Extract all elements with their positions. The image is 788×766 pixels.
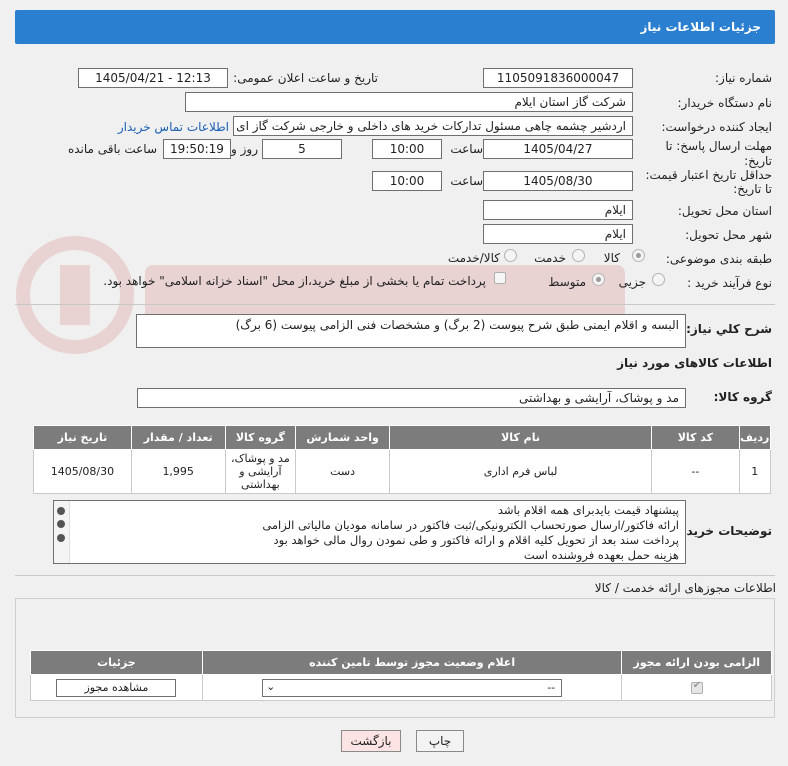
price-time-field[interactable]: 10:00 [372,171,442,191]
cell-date: 1405/08/30 [33,449,132,494]
goods-table-header: ردیف کد کالا نام کالا واحد شمارش گروه کا… [33,425,772,450]
process-type-label: نوع فرآیند خرید : [687,276,772,290]
cell-qty: 1,995 [130,449,226,494]
check-icon: ✔ [692,680,702,691]
view-permit-button[interactable]: مشاهده مجوز [56,678,177,697]
buyer-org-field[interactable]: شرکت گاز استان ایلام [185,92,633,112]
table-row[interactable]: 1 -- لباس فرم اداری دست مد و پوشاک، آرای… [33,449,772,494]
col-qty: تعداد / مقدار [130,425,226,450]
permit-status-select[interactable]: -- ⌄ [262,678,563,697]
announce-date-label: تاریخ و ساعت اعلان عمومی: [233,71,378,85]
reply-deadline-label-date: تاریخ: [744,154,772,168]
reply-date-field[interactable]: 1405/04/27 [483,139,633,159]
price-time-label: ساعت [450,174,483,188]
buyer-org-label: نام دستگاه خریدار: [677,96,773,110]
treasury-payment-checkbox[interactable] [494,272,506,284]
scroll-up-dot-icon[interactable] [57,507,65,515]
back-button[interactable]: بازگشت [341,730,401,752]
category-option-service: خدمت [534,251,566,265]
remaining-time-field[interactable]: 19:50:19 [163,139,231,159]
print-button[interactable]: چاپ [416,730,464,752]
note-line-2: ارائه فاکتور/ارسال صورتحساب الکترونیکی/ث… [262,518,679,532]
reply-time-label: ساعت [450,142,483,156]
price-date-field[interactable]: 1405/08/30 [483,171,633,191]
section-divider [15,575,775,576]
col-permit-details: جزئیات [30,650,203,675]
chevron-down-icon: ⌄ [266,679,276,693]
page-header: جزئیات اطلاعات نیاز [15,10,775,44]
price-validity-label: حداقل تاریخ اعتبار قیمت: [645,168,772,182]
province-label: استان محل تحویل: [677,204,772,218]
note-line-1: پیشنهاد قیمت بایدبرای همه اقلام باشد [497,503,679,517]
category-option-goods-service: کالا/خدمت [447,251,500,265]
need-number-label: شماره نیاز: [715,71,772,85]
category-radio-goods[interactable] [632,249,645,262]
permits-table-header: الزامی بودن ارائه مجوز اعلام وضعیت مجوز … [30,650,772,675]
remaining-time-label: ساعت باقی مانده [67,142,157,156]
description-label: شرح کلي نياز: [686,322,772,336]
col-code: کد کالا [651,425,740,450]
buyer-contact-link[interactable]: اطلاعات تماس خریدار [118,120,229,134]
col-permit-status: اعلام وضعیت مجوز توسط تامین کننده [201,650,623,675]
col-row: ردیف [738,425,772,450]
col-permit-required: الزامی بودن ارائه مجوز [621,650,772,675]
requester-label: ایجاد کننده درخواست: [661,120,772,134]
note-line-4: هزینه حمل بعهده فروشنده است [523,548,679,562]
cell-row: 1 [738,449,772,494]
price-validity-label-date: تا تاریخ: [733,182,772,196]
permits-table: الزامی بودن ارائه مجوز اعلام وضعیت مجوز … [30,650,772,701]
days-field[interactable]: 5 [262,139,342,159]
goods-group-field[interactable]: مد و پوشاک، آرایشی و بهداشتی [137,388,686,408]
need-number-field[interactable]: 1105091836000047 [483,68,633,88]
goods-group-label: گروه کالا: [713,390,772,404]
process-option-medium: متوسط [548,275,586,289]
process-option-minor: جزیی [618,275,646,289]
reply-deadline-label: مهلت ارسال پاسخ: تا [665,139,772,153]
process-radio-minor[interactable] [652,273,665,286]
table-row: ✔ -- ⌄ مشاهده مجوز [30,674,772,701]
requester-field[interactable]: اردشیر چشمه چاهی مسئول تدارکات خرید های … [233,116,633,136]
permit-required-checkbox[interactable]: ✔ [690,680,703,694]
category-radio-goods-service[interactable] [504,249,517,262]
section-divider [15,304,775,305]
page-title: جزئیات اطلاعات نیاز [640,20,761,34]
col-name: نام کالا [388,425,653,450]
col-unit: واحد شمارش [295,425,390,450]
announce-date-field[interactable]: 1405/04/21 - 12:13 [78,68,228,88]
city-field[interactable]: ایلام [483,224,633,244]
description-textarea[interactable]: البسه و اقلام ایمنی طبق شرح پیوست (2 برگ… [136,314,686,348]
goods-table: ردیف کد کالا نام کالا واحد شمارش گروه کا… [33,425,772,494]
treasury-payment-text: پرداخت تمام یا بخشی از مبلغ خرید،از محل … [103,274,486,288]
cell-group: مد و پوشاک، آرایشی و بهداشتی [224,449,297,494]
scroll-thumb-dot-icon[interactable] [57,520,65,528]
buyer-notes-textarea[interactable]: پیشنهاد قیمت بایدبرای همه اقلام باشد ارا… [53,500,686,564]
cell-name: لباس فرم اداری [388,449,653,494]
permits-title: اطلاعات مجوزهای ارائه خدمت / کالا [594,581,776,595]
note-line-3: پرداخت سند بعد از تحویل کلیه اقلام و ارا… [273,533,679,547]
cell-unit: دست [295,449,390,494]
cell-code: -- [651,449,740,494]
category-label: طبقه بندی موضوعی: [665,252,772,266]
city-label: شهر محل تحویل: [685,228,772,242]
category-radio-service[interactable] [572,249,585,262]
col-date: تاریخ نیاز [33,425,132,450]
reply-time-field[interactable]: 10:00 [372,139,442,159]
permit-status-value: -- [547,680,556,694]
process-radio-medium[interactable] [592,273,605,286]
notes-scrollbar[interactable] [54,501,70,563]
province-field[interactable]: ایلام [483,200,633,220]
days-label: روز و [231,142,258,156]
category-option-goods: کالا [603,251,620,265]
scroll-down-dot-icon[interactable] [57,534,65,542]
col-group: گروه کالا [224,425,297,450]
goods-section-title: اطلاعات کالاهای مورد نیاز [617,356,772,370]
